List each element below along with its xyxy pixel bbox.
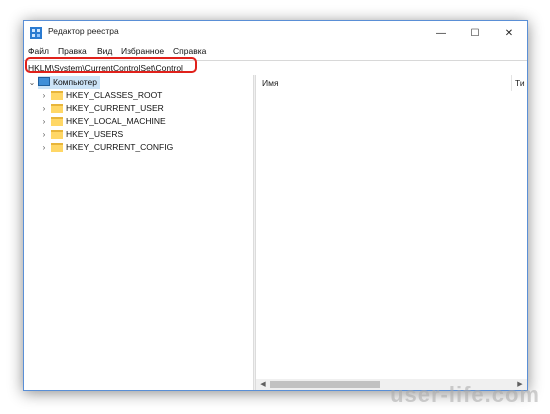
tree-item-hkey-classes-root[interactable]: › HKEY_CLASSES_ROOT (24, 89, 253, 102)
column-header-type[interactable]: Ти (515, 78, 525, 88)
tree-item-label: HKEY_LOCAL_MACHINE (66, 116, 166, 126)
menu-help[interactable]: Справка (173, 46, 206, 56)
chevron-down-icon[interactable]: ⌄ (28, 76, 36, 89)
window-title: Редактор реестра (48, 26, 119, 36)
folder-icon (51, 104, 63, 113)
chevron-right-icon[interactable]: › (40, 128, 48, 141)
tree-root-label: Компьютер (53, 77, 97, 87)
folder-icon (51, 117, 63, 126)
folder-icon (51, 91, 63, 100)
tree-item-hkey-current-user[interactable]: › HKEY_CURRENT_USER (24, 102, 253, 115)
scrollbar-thumb[interactable] (270, 381, 380, 388)
close-button[interactable]: ✕ (492, 21, 526, 45)
title-bar[interactable]: Редактор реестра — ☐ ✕ (24, 21, 527, 45)
tree-item-hkey-users[interactable]: › HKEY_USERS (24, 128, 253, 141)
values-pane[interactable]: Имя Ти (256, 75, 527, 390)
chevron-right-icon[interactable]: › (40, 102, 48, 115)
folder-icon (51, 130, 63, 139)
column-header-name[interactable]: Имя (262, 78, 279, 88)
scroll-left-icon[interactable]: ◀ (257, 379, 269, 390)
tree-item-label: HKEY_CURRENT_CONFIG (66, 142, 174, 152)
maximize-button[interactable]: ☐ (458, 21, 492, 45)
computer-icon (38, 77, 50, 86)
column-divider[interactable] (511, 75, 512, 91)
menu-file[interactable]: Файл (28, 46, 49, 56)
tree-item-hkey-current-config[interactable]: › HKEY_CURRENT_CONFIG (24, 141, 253, 154)
tree-item-computer[interactable]: ⌄ Компьютер (24, 76, 253, 89)
chevron-right-icon[interactable]: › (40, 141, 48, 154)
tree-item-label: HKEY_CLASSES_ROOT (66, 90, 163, 100)
tree-item-hkey-local-machine[interactable]: › HKEY_LOCAL_MACHINE (24, 115, 253, 128)
folder-icon (51, 143, 63, 152)
registry-editor-window: Редактор реестра — ☐ ✕ Файл Правка Вид И… (23, 20, 528, 391)
chevron-right-icon[interactable]: › (40, 115, 48, 128)
watermark: user-life.com (390, 382, 540, 407)
menu-favorites[interactable]: Избранное (121, 46, 164, 56)
chevron-right-icon[interactable]: › (40, 89, 48, 102)
registry-editor-icon (30, 27, 42, 39)
tree-item-label: HKEY_USERS (66, 129, 124, 139)
tree-pane[interactable]: ⌄ Компьютер › HKEY_CLASSES_ROOT › HKEY_C… (24, 75, 253, 390)
tree-item-label: HKEY_CURRENT_USER (66, 103, 164, 113)
minimize-button[interactable]: — (424, 21, 458, 45)
address-highlight-annotation (25, 57, 197, 73)
menu-edit[interactable]: Правка (58, 46, 87, 56)
menu-view[interactable]: Вид (97, 46, 112, 56)
